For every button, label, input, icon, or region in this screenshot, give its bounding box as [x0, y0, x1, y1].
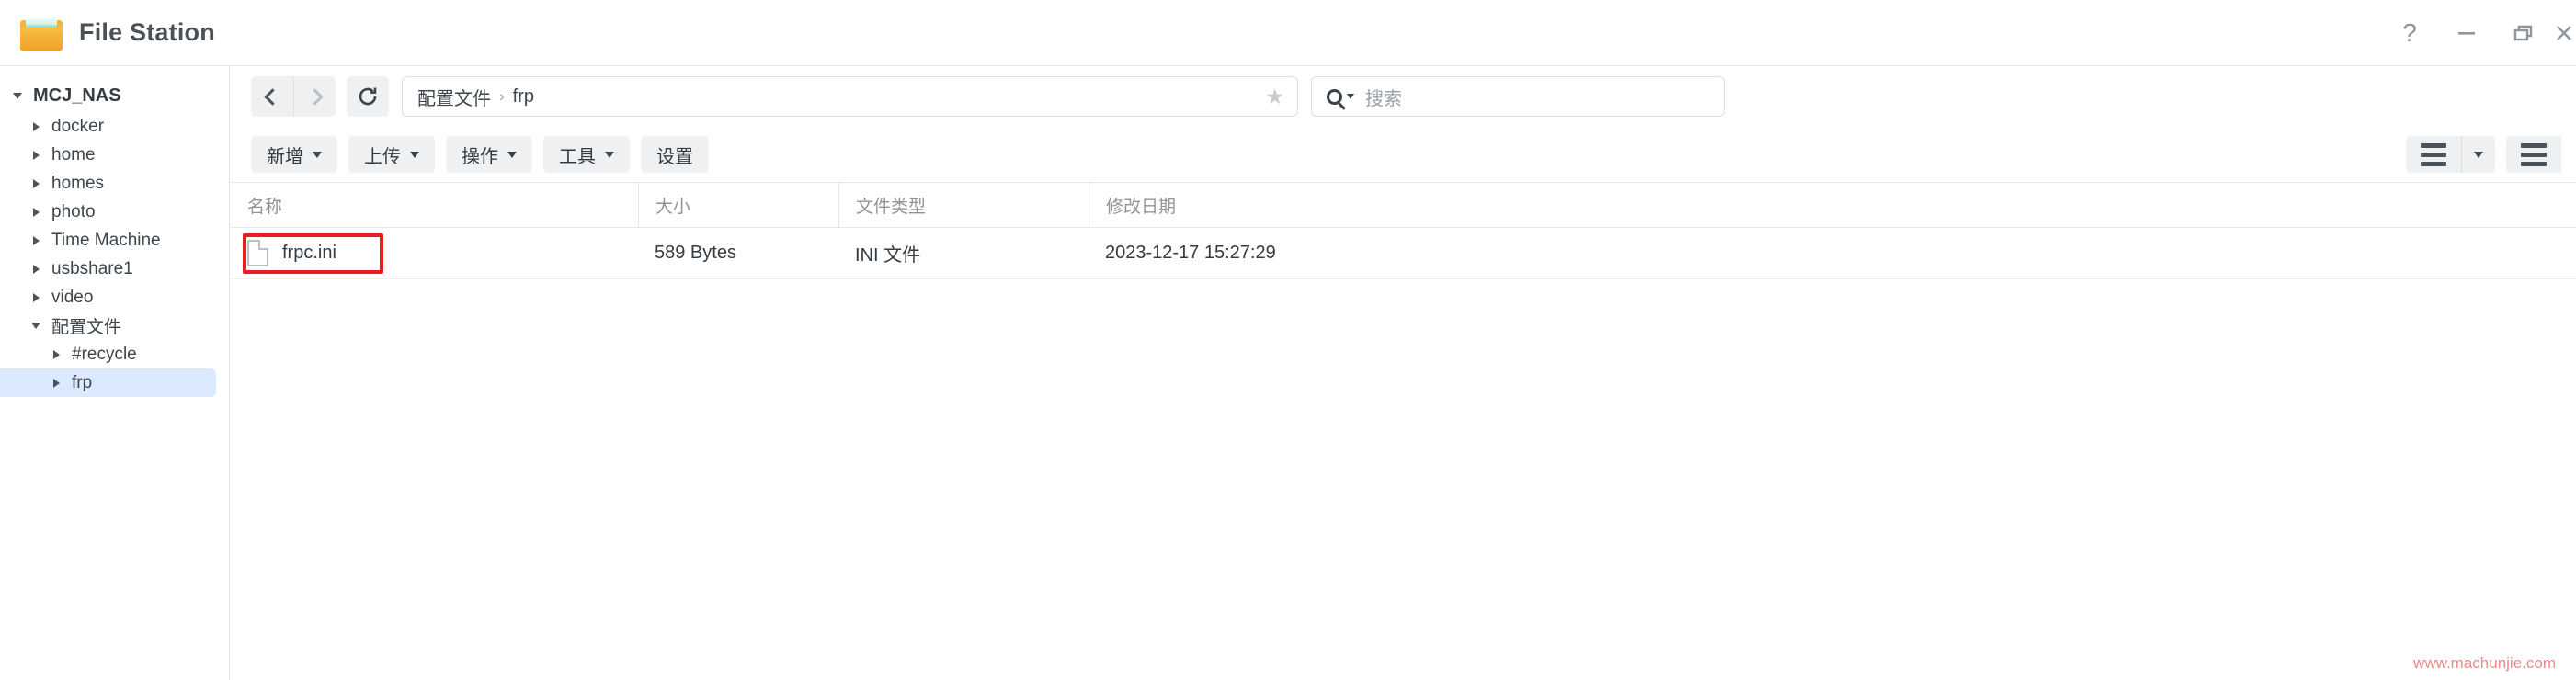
upload-button-label: 上传 — [364, 146, 401, 167]
file-icon — [247, 240, 268, 266]
close-icon[interactable] — [2552, 0, 2576, 66]
chevron-right-icon[interactable] — [46, 349, 66, 359]
chevron-right-icon[interactable] — [26, 178, 46, 188]
sidebar-item-homes[interactable]: homes — [0, 169, 229, 198]
column-header-name[interactable]: 名称 — [231, 182, 638, 228]
navigation-bar: 配置文件 › frp ★ 搜索 — [231, 66, 2576, 127]
sidebar-item-time-machine[interactable]: Time Machine — [0, 226, 229, 255]
settings-button[interactable]: 设置 — [641, 136, 709, 173]
chevron-right-icon[interactable] — [26, 264, 46, 274]
sidebar-item-recycle[interactable]: #recycle — [0, 340, 229, 368]
chevron-down-icon — [410, 151, 419, 158]
list-icon — [2421, 142, 2446, 166]
minimize-icon[interactable] — [2438, 0, 2495, 66]
sidebar-root-label: MCJ_NAS — [33, 85, 121, 106]
watermark: www.machunjie.com — [2413, 654, 2556, 672]
forward-button[interactable] — [293, 76, 336, 117]
chevron-down-icon[interactable] — [1347, 94, 1354, 99]
action-toolbar: 新增 上传 操作 工具 设置 — [231, 127, 2576, 182]
sidebar-item-label: home — [51, 144, 96, 164]
window-controls: ? — [2381, 0, 2576, 66]
chevron-down-icon — [313, 151, 322, 158]
sidebar-item-label: video — [51, 287, 94, 307]
list-view-button[interactable] — [2406, 136, 2461, 173]
cell-modified: 2023-12-17 15:27:29 — [1105, 243, 1276, 263]
search-icon[interactable] — [1327, 88, 1342, 105]
chevron-down-icon[interactable] — [26, 323, 46, 329]
list-view-menu-button[interactable] — [2461, 136, 2495, 173]
sidebar-item-label: usbshare1 — [51, 258, 133, 278]
tools-button-label: 工具 — [559, 146, 596, 167]
column-header-modified[interactable]: 修改日期 — [1089, 182, 2559, 228]
upload-button[interactable]: 上传 — [348, 136, 435, 173]
sidebar-item-root[interactable]: MCJ_NAS — [0, 79, 229, 112]
sidebar: MCJ_NAS docker home homes photo Time Mac… — [0, 66, 230, 680]
chevron-right-icon[interactable] — [26, 121, 46, 131]
create-button[interactable]: 新增 — [251, 136, 337, 173]
chevron-right-icon[interactable] — [26, 235, 46, 245]
search-placeholder: 搜索 — [1365, 88, 1402, 109]
action-button-label: 操作 — [462, 146, 498, 167]
cell-size: 589 Bytes — [655, 243, 736, 263]
sidebar-item-label: Time Machine — [51, 230, 161, 250]
help-icon[interactable]: ? — [2381, 0, 2438, 66]
sidebar-item-usbshare1[interactable]: usbshare1 — [0, 255, 229, 283]
table-row[interactable]: frpc.ini 589 Bytes INI 文件 2023-12-17 15:… — [231, 228, 2576, 279]
folder-icon — [20, 16, 63, 51]
sidebar-item-label: photo — [51, 201, 96, 221]
sidebar-item-label: frp — [72, 372, 93, 392]
sidebar-item-label: docker — [51, 116, 105, 136]
chevron-right-icon[interactable] — [46, 378, 66, 388]
title-bar: File Station ? — [0, 0, 2576, 66]
chevron-down-icon — [2474, 151, 2483, 158]
create-button-label: 新增 — [267, 146, 303, 167]
chevron-down-icon[interactable] — [7, 92, 28, 99]
search-input[interactable]: 搜索 — [1311, 76, 1725, 117]
file-name-label: frpc.ini — [282, 243, 336, 263]
chevron-right-icon[interactable] — [26, 150, 46, 160]
file-station-window: File Station ? MCJ_NAS docker home homes… — [0, 0, 2576, 680]
sidebar-item-label: #recycle — [72, 344, 137, 364]
main-panel: 配置文件 › frp ★ 搜索 新增 上传 操作 工具 设置 名称 大小 文件类… — [231, 66, 2576, 680]
column-header-type[interactable]: 文件类型 — [838, 182, 1089, 228]
table-header: 名称 大小 文件类型 修改日期 — [231, 182, 2576, 228]
sidebar-item-label: homes — [51, 173, 105, 193]
sidebar-item-photo[interactable]: photo — [0, 198, 229, 226]
chevron-right-icon[interactable] — [26, 292, 46, 302]
breadcrumb-separator: › — [499, 87, 505, 105]
chevron-down-icon — [605, 151, 614, 158]
action-button[interactable]: 操作 — [446, 136, 532, 173]
sidebar-item-home[interactable]: home — [0, 141, 229, 169]
sidebar-item-video[interactable]: video — [0, 283, 229, 312]
detail-list-icon — [2521, 142, 2547, 166]
sidebar-item-docker[interactable]: docker — [0, 112, 229, 141]
back-button[interactable] — [251, 76, 293, 117]
settings-button-label: 设置 — [656, 146, 693, 167]
refresh-button[interactable] — [347, 76, 389, 117]
restore-icon[interactable] — [2495, 0, 2552, 66]
view-options-group — [2406, 136, 2561, 173]
detail-view-button[interactable] — [2506, 136, 2561, 173]
favorite-star-icon[interactable]: ★ — [1265, 85, 1284, 109]
breadcrumb-item-0[interactable]: 配置文件 — [403, 84, 491, 110]
cell-type: INI 文件 — [855, 245, 921, 266]
sidebar-item-label: 配置文件 — [51, 318, 122, 337]
page-title: File Station — [79, 18, 215, 46]
nav-history-group — [251, 76, 336, 117]
sidebar-item-frp[interactable]: frp — [0, 368, 216, 397]
tools-button[interactable]: 工具 — [543, 136, 630, 173]
chevron-down-icon — [507, 151, 517, 158]
sidebar-item-config-files[interactable]: 配置文件 — [0, 312, 229, 340]
cell-name[interactable]: frpc.ini — [231, 228, 638, 279]
column-header-size[interactable]: 大小 — [638, 182, 838, 228]
breadcrumb[interactable]: 配置文件 › frp ★ — [402, 76, 1298, 117]
chevron-right-icon[interactable] — [26, 207, 46, 217]
breadcrumb-item-1[interactable]: frp — [513, 86, 534, 108]
